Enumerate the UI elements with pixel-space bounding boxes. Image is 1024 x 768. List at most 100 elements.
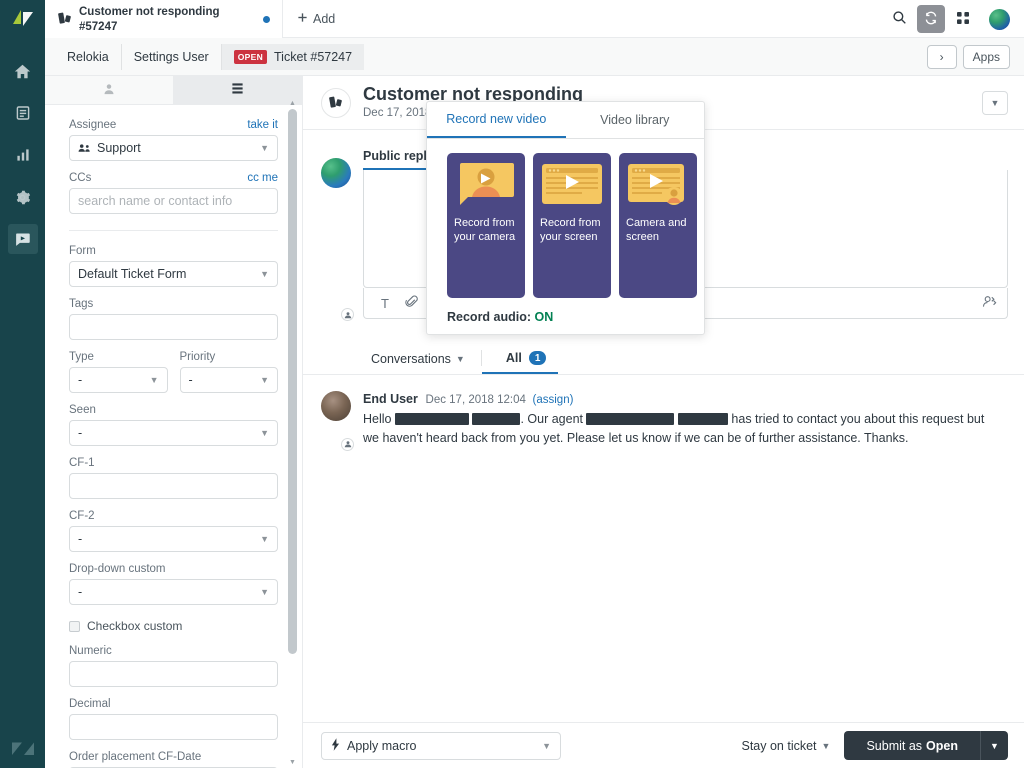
priority-select[interactable]: - ▼ bbox=[180, 367, 279, 393]
breadcrumb-label: Settings User bbox=[134, 50, 209, 64]
conversation-thread: End User Dec 17, 2018 12:04 (assign) Hel… bbox=[303, 375, 1024, 768]
dropdown-custom-select[interactable]: - ▼ bbox=[69, 579, 278, 605]
checkbox-custom-label: Checkbox custom bbox=[87, 619, 182, 633]
add-tab-label: Add bbox=[313, 12, 335, 26]
seen-select[interactable]: - ▼ bbox=[69, 420, 278, 446]
stay-on-ticket-select[interactable]: Stay on ticket ▼ bbox=[741, 739, 830, 753]
panel-tabs bbox=[45, 76, 302, 105]
priority-label: Priority bbox=[180, 351, 216, 363]
field-dropdown-custom: Drop-down custom - ▼ bbox=[69, 563, 278, 605]
cf1-input[interactable] bbox=[69, 473, 278, 499]
assign-link[interactable]: (assign) bbox=[533, 394, 574, 406]
chevron-down-icon: ▼ bbox=[260, 269, 269, 279]
assignee-select[interactable]: Support ▼ bbox=[69, 135, 278, 161]
panel-scrollbar-thumb[interactable] bbox=[288, 109, 297, 654]
ccs-placeholder: search name or contact info bbox=[78, 194, 232, 208]
ccs-shortcut-button[interactable] bbox=[982, 295, 997, 311]
lightning-icon bbox=[331, 738, 340, 754]
message-timestamp: Dec 17, 2018 12:04 bbox=[426, 394, 526, 406]
breadcrumb-label: Ticket #57247 bbox=[274, 50, 352, 64]
type-select[interactable]: - ▼ bbox=[69, 367, 168, 393]
type-priority-row: Type - ▼ Priority - ▼ bbox=[69, 351, 278, 404]
tab-public-reply[interactable]: Public reply bbox=[363, 149, 434, 170]
card-record-from-camera[interactable]: Record from your camera bbox=[447, 153, 525, 298]
message-meta: End User Dec 17, 2018 12:04 (assign) bbox=[363, 391, 1008, 408]
composer-avatar-wrap bbox=[321, 158, 351, 319]
breadcrumb-item-ticket[interactable]: OPEN Ticket #57247 bbox=[222, 44, 364, 70]
agent-badge-icon bbox=[341, 308, 354, 321]
card-camera-and-screen[interactable]: Camera and screen bbox=[619, 153, 697, 298]
add-tab-button[interactable]: Add bbox=[283, 0, 349, 38]
sidebar-item-reporting[interactable] bbox=[8, 140, 38, 170]
card-record-from-screen[interactable]: Record from your screen bbox=[533, 153, 611, 298]
user-avatar[interactable] bbox=[989, 9, 1010, 30]
chevron-down-icon: ▼ bbox=[260, 534, 269, 544]
record-audio-row[interactable]: Record audio: ON bbox=[427, 298, 704, 324]
chevron-right-icon: › bbox=[940, 50, 944, 64]
field-order-date: Order placement CF-Date e.g. October 1, … bbox=[69, 751, 278, 768]
type-label: Type bbox=[69, 351, 94, 363]
field-type: Type - ▼ bbox=[69, 351, 168, 393]
take-it-link[interactable]: take it bbox=[247, 119, 278, 131]
ticket-options-button[interactable]: ▼ bbox=[982, 91, 1008, 115]
apps-panel-button[interactable]: Apps bbox=[963, 45, 1010, 69]
scroll-up-arrow[interactable]: ▲ bbox=[288, 100, 297, 107]
ticket-tab[interactable]: Customer not responding #57247 bbox=[45, 0, 283, 38]
panel-divider bbox=[69, 230, 278, 231]
form-select[interactable]: Default Ticket Form ▼ bbox=[69, 261, 278, 287]
tab-customer-context[interactable] bbox=[45, 76, 174, 104]
card-label: Record from your camera bbox=[454, 217, 518, 245]
tab-record-new-video[interactable]: Record new video bbox=[427, 102, 566, 138]
sidebar-item-admin[interactable] bbox=[8, 182, 38, 212]
record-audio-label: Record audio: bbox=[447, 310, 531, 324]
dropdown-custom-value: - bbox=[78, 585, 82, 599]
tags-label: Tags bbox=[69, 298, 93, 310]
breadcrumb-actions: › Apps bbox=[927, 45, 1024, 69]
breadcrumb-item-user[interactable]: Settings User bbox=[122, 44, 222, 70]
refresh-button[interactable] bbox=[917, 5, 945, 33]
tab-all-conversations[interactable]: All 1 bbox=[482, 351, 559, 374]
submit-options-button[interactable]: ▼ bbox=[980, 731, 1008, 760]
properties-icon bbox=[231, 82, 244, 98]
avatar bbox=[321, 391, 351, 421]
conversations-selector[interactable]: Conversations ▼ bbox=[321, 352, 481, 374]
submit-button[interactable]: Submit as Open bbox=[844, 731, 980, 760]
chevron-down-icon: ▼ bbox=[260, 375, 269, 385]
sidebar-item-home[interactable] bbox=[8, 56, 38, 86]
card-label: Record from your screen bbox=[540, 217, 604, 245]
ccs-input[interactable]: search name or contact info bbox=[69, 188, 278, 214]
submit-status: Open bbox=[926, 739, 958, 753]
ticket-footer: Apply macro ▼ Stay on ticket ▼ Submit as… bbox=[303, 722, 1024, 768]
field-tags: Tags bbox=[69, 298, 278, 340]
breadcrumb-item-account[interactable]: Relokia bbox=[55, 44, 122, 70]
scroll-down-arrow[interactable]: ▼ bbox=[288, 759, 297, 766]
conversations-label: Conversations bbox=[371, 352, 451, 366]
properties-form: Assignee take it Support ▼ CCs bbox=[45, 105, 302, 768]
next-ticket-button[interactable]: › bbox=[927, 45, 957, 69]
field-seen: Seen - ▼ bbox=[69, 404, 278, 446]
card-label: Camera and screen bbox=[626, 217, 690, 245]
text-format-button[interactable]: T bbox=[374, 292, 396, 314]
tab-video-library[interactable]: Video library bbox=[566, 102, 705, 138]
numeric-input[interactable] bbox=[69, 661, 278, 687]
apply-macro-select[interactable]: Apply macro ▼ bbox=[321, 732, 561, 760]
tab-ticket-properties[interactable] bbox=[174, 76, 303, 104]
sidebar-item-views[interactable] bbox=[8, 98, 38, 128]
cf2-select[interactable]: - ▼ bbox=[69, 526, 278, 552]
products-button[interactable] bbox=[949, 5, 977, 33]
cc-me-link[interactable]: cc me bbox=[247, 172, 278, 184]
checkbox-custom-box[interactable] bbox=[69, 621, 80, 632]
decimal-input[interactable] bbox=[69, 714, 278, 740]
refresh-icon bbox=[923, 10, 939, 29]
type-value: - bbox=[78, 373, 82, 387]
field-assignee: Assignee take it Support ▼ bbox=[69, 119, 278, 161]
search-button[interactable] bbox=[885, 5, 913, 33]
sidebar-item-video[interactable] bbox=[8, 224, 38, 254]
field-checkbox-custom[interactable]: Checkbox custom bbox=[69, 619, 278, 633]
conversation-filter-bar: Conversations ▼ All 1 bbox=[303, 341, 1024, 375]
message-text: Hello . Our agent has tried to contact y… bbox=[363, 410, 988, 449]
attachment-button[interactable] bbox=[400, 292, 422, 314]
tags-input[interactable] bbox=[69, 314, 278, 340]
ticket-icon bbox=[57, 12, 79, 26]
screen-thumb-icon bbox=[540, 161, 604, 209]
